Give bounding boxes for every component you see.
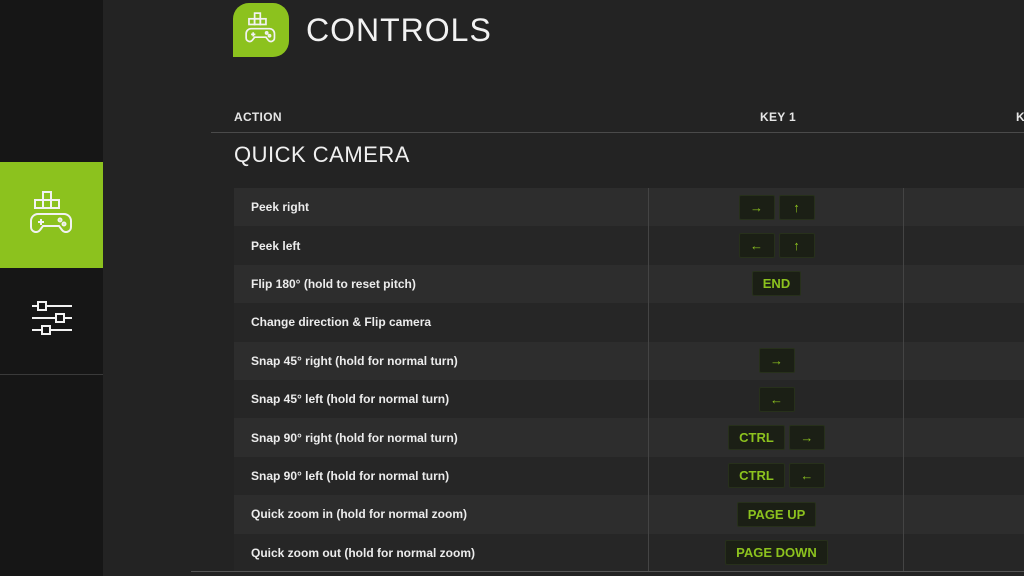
key2-cell[interactable] [904,188,1024,226]
column-header-key2: K [1016,110,1024,124]
action-label: Snap 45° left (hold for normal turn) [251,392,450,407]
table-row[interactable]: Snap 45° right (hold for normal turn) → [234,341,1024,380]
key1-cell[interactable]: → [649,342,904,380]
table-row[interactable]: Peek right → ↑ [234,188,1024,227]
key-binding-chip[interactable]: CTRL [728,463,785,489]
key2-cell[interactable] [904,265,1024,303]
key-binding-chip[interactable]: → [758,348,795,374]
table-row[interactable]: Peek left ← ↑ [234,226,1024,265]
key1-cell[interactable]: → ↑ [649,188,904,226]
page-title: CONTROLS [306,12,492,48]
action-label: Quick zoom in (hold for normal zoom) [251,507,467,522]
key-binding-chip[interactable]: PAGE DOWN [725,540,828,566]
controls-screen: CONTROLS ACTION KEY 1 K QUICK CAMERA Pee… [0,0,1024,576]
key1-cell[interactable]: END [649,265,904,303]
sliders-icon [30,297,74,346]
table-row[interactable]: Snap 90° right (hold for normal turn) CTR… [234,418,1024,457]
bottom-divider [191,571,1024,572]
key2-cell[interactable] [904,534,1024,572]
key2-cell[interactable] [904,418,1024,456]
column-header-action: ACTION [234,110,282,124]
table-row[interactable]: Flip 180° (hold to reset pitch) END [234,264,1024,304]
key2-cell[interactable] [904,303,1024,341]
title-badge [233,3,289,57]
action-label: Snap 90° left (hold for normal turn) [251,468,450,483]
sidebar-tab-controls[interactable] [0,162,111,268]
controls-icon [28,189,76,242]
action-label: Change direction & Flip camera [251,315,432,330]
table-row[interactable]: Snap 45° left (hold for normal turn) ← [234,379,1024,419]
main-panel: CONTROLS ACTION KEY 1 K QUICK CAMERA Pee… [103,0,1024,576]
header-divider [211,132,1024,133]
key1-cell[interactable]: CTRL → [649,418,904,456]
table-row[interactable]: Snap 90° left (hold for normal turn) CTRL… [234,456,1024,496]
key1-cell[interactable]: ← [649,380,904,418]
key1-cell[interactable]: CTRL ← [649,457,904,495]
key2-cell[interactable] [904,342,1024,380]
column-divider [648,188,649,572]
key2-cell[interactable] [904,495,1024,533]
key-binding-chip[interactable]: PAGE UP [736,501,817,527]
key2-cell[interactable] [904,457,1024,495]
key-binding-chip[interactable]: ← [788,463,825,489]
action-label: Snap 90° right (hold for normal turn) [251,430,458,445]
action-label: Peek left [251,238,301,253]
key-binding-chip[interactable]: → [788,425,825,451]
column-divider [903,188,904,572]
section-title: QUICK CAMERA [234,142,410,167]
key2-cell[interactable] [904,380,1024,418]
key-binding-chip[interactable]: CTRL [728,425,785,451]
key1-cell[interactable]: PAGE UP [649,495,904,533]
column-header-key1: KEY 1 [760,110,796,124]
sidebar [0,0,111,576]
action-label: Snap 45° right (hold for normal turn) [251,353,458,368]
bindings-table: Peek right → ↑ Peek left ← ↑ Flip 180° (hold t… [234,188,1024,572]
key-binding-chip[interactable]: ↑ [778,194,815,220]
key-binding-chip[interactable]: END [751,271,802,297]
key1-cell[interactable]: ← ↑ [649,226,904,264]
sidebar-tab-settings[interactable] [0,288,103,354]
action-label: Peek right [251,200,310,215]
key1-cell[interactable]: PAGE DOWN [649,534,904,572]
key2-cell[interactable] [904,226,1024,264]
table-row[interactable]: Change direction & Flip camera [234,303,1024,342]
sidebar-divider [0,374,103,375]
key-binding-chip[interactable]: ← [758,386,795,412]
action-label: Quick zoom out (hold for normal zoom) [251,545,475,560]
table-row[interactable]: Quick zoom in (hold for normal zoom) PAGE… [234,495,1024,534]
key-binding-chip[interactable]: → [738,194,775,220]
controls-icon [244,11,278,50]
key1-cell[interactable] [649,303,904,341]
table-row[interactable]: Quick zoom out (hold for normal zoom) PAG… [234,533,1024,572]
key-binding-chip[interactable]: ← [738,233,775,259]
action-label: Flip 180° (hold to reset pitch) [251,276,416,291]
key-binding-chip[interactable]: ↑ [778,233,815,259]
